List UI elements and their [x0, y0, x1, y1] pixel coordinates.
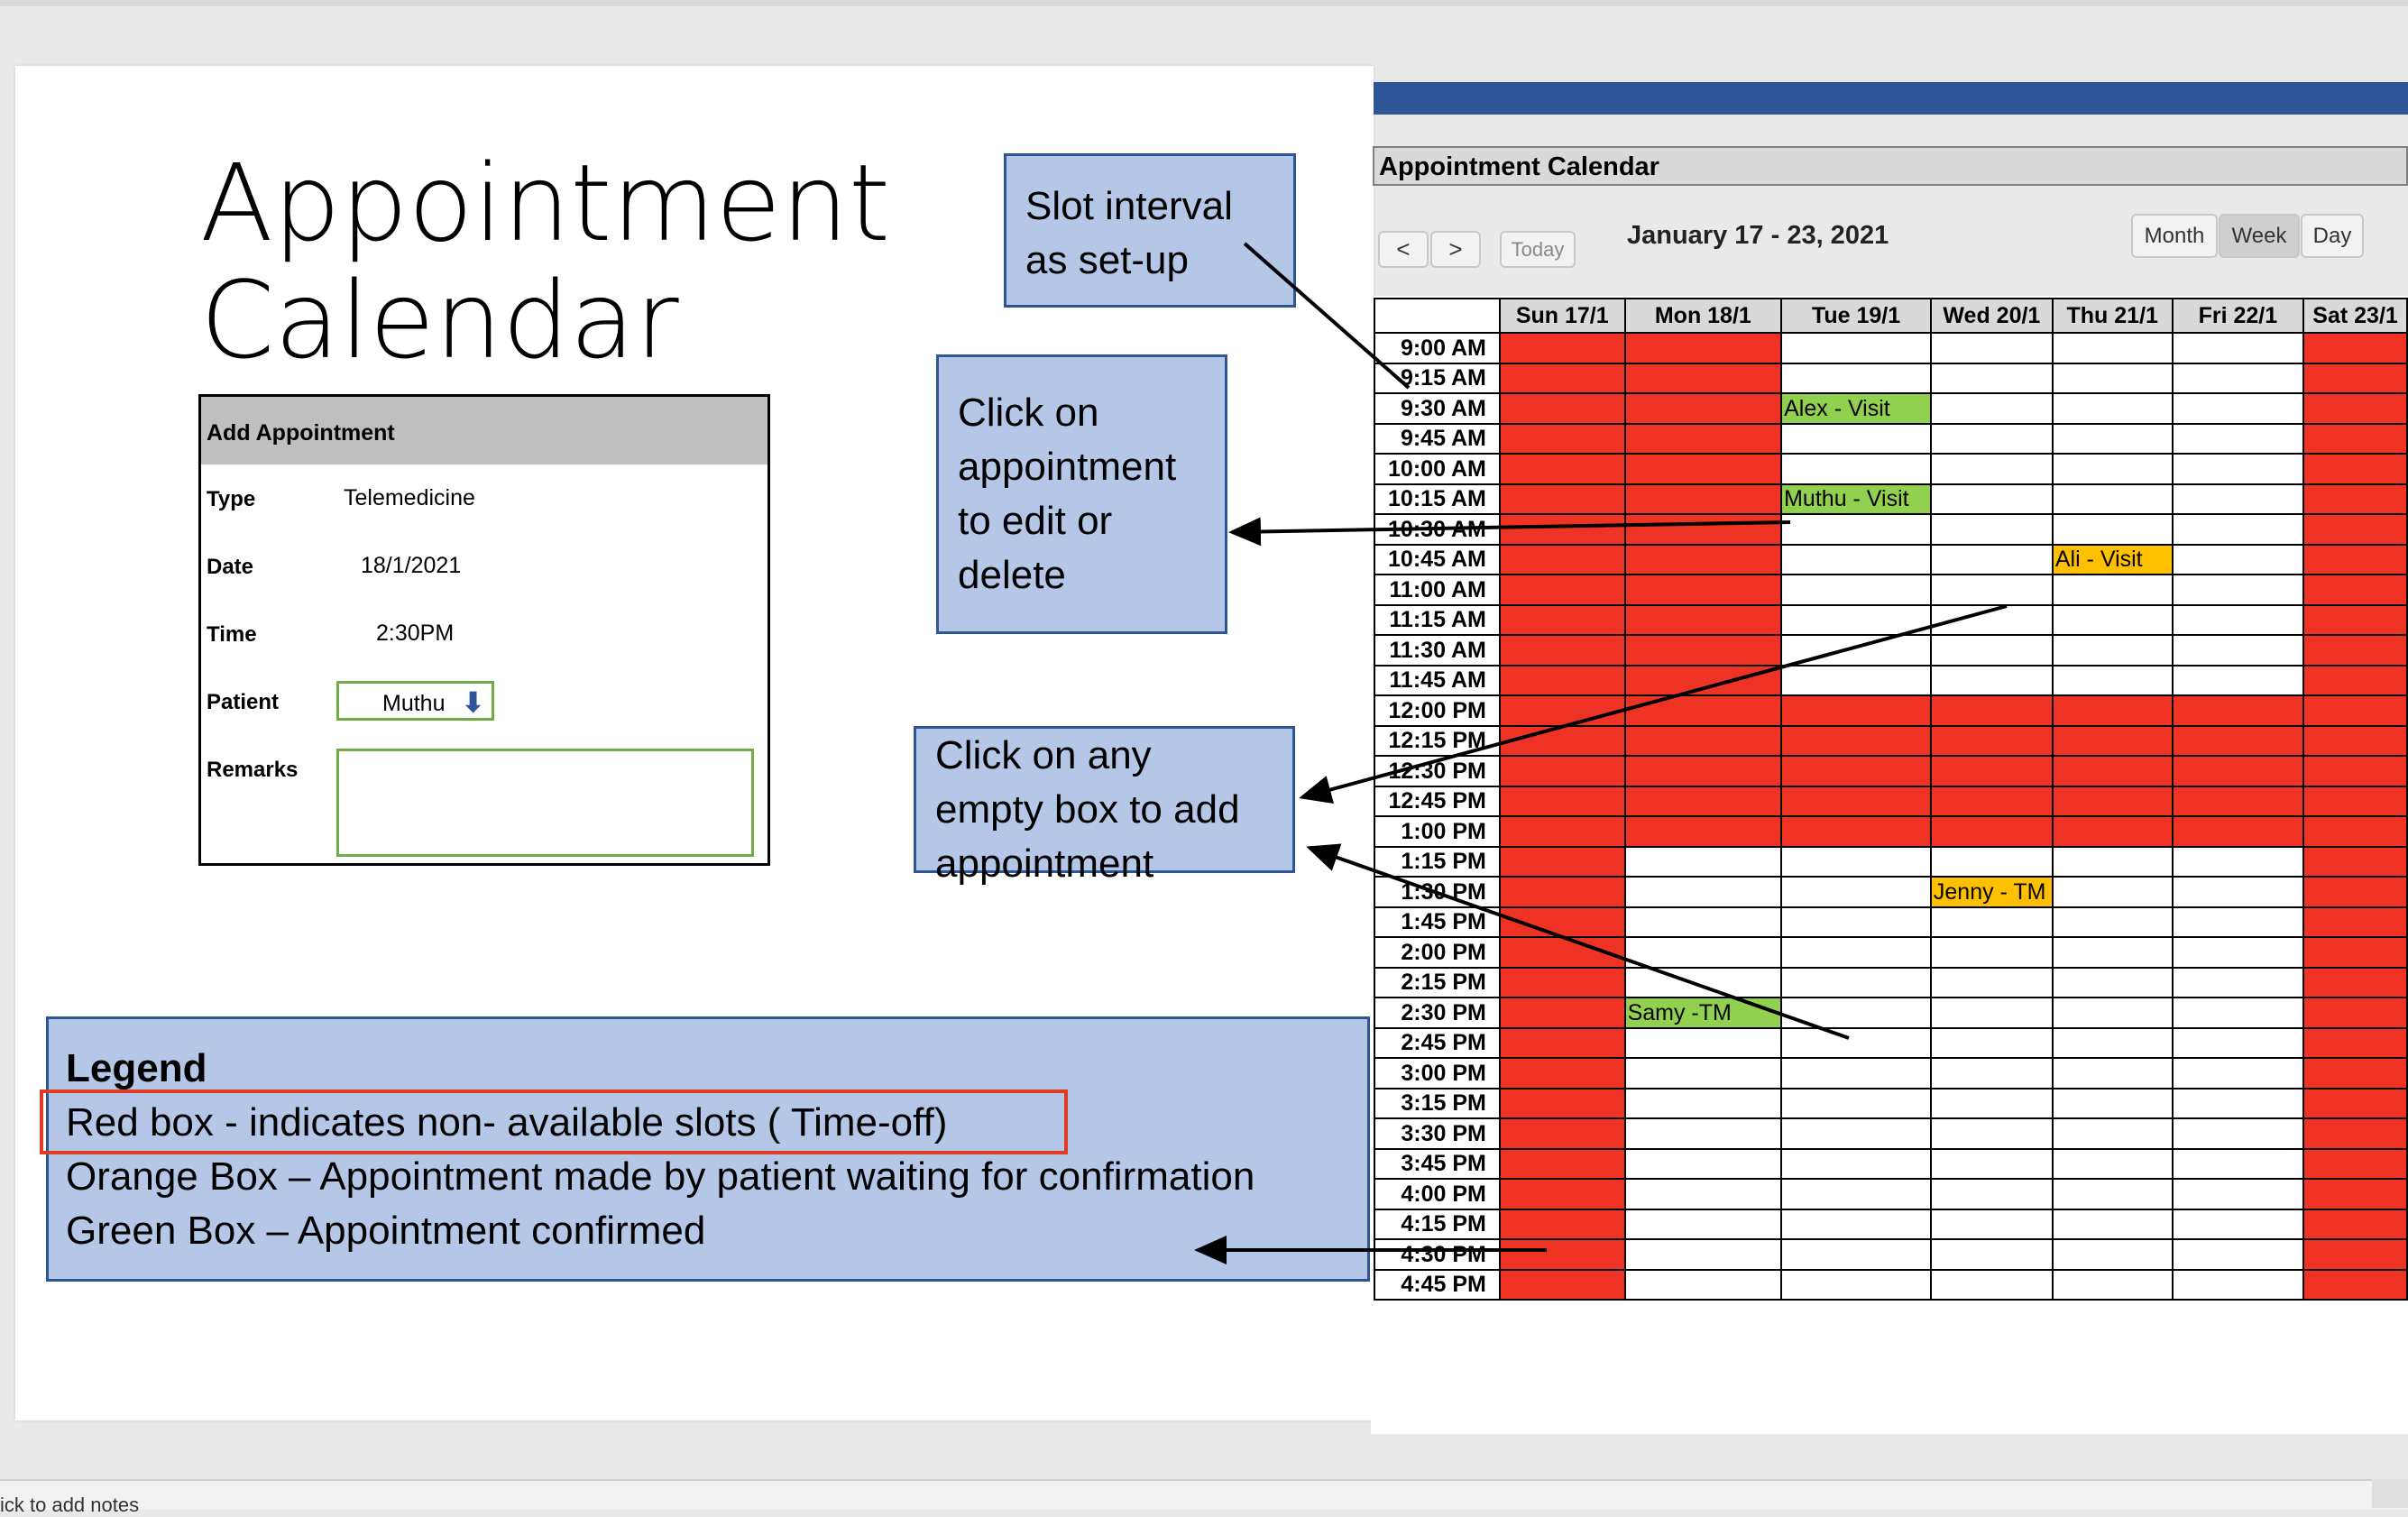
add-appointment-arrow	[1306, 843, 1850, 1040]
notes-placeholder: ick to add notes	[0, 1494, 140, 1516]
edit-appointment-arrow	[1228, 517, 1791, 547]
annotation-arrows	[1194, 242, 2008, 1264]
notes-bar[interactable]: ick to add notes	[0, 1479, 2408, 1516]
slot-interval-arrow	[1243, 242, 1411, 390]
scrollbar[interactable]	[2372, 1479, 2408, 1508]
add-appointment-arrow	[1299, 604, 2008, 804]
